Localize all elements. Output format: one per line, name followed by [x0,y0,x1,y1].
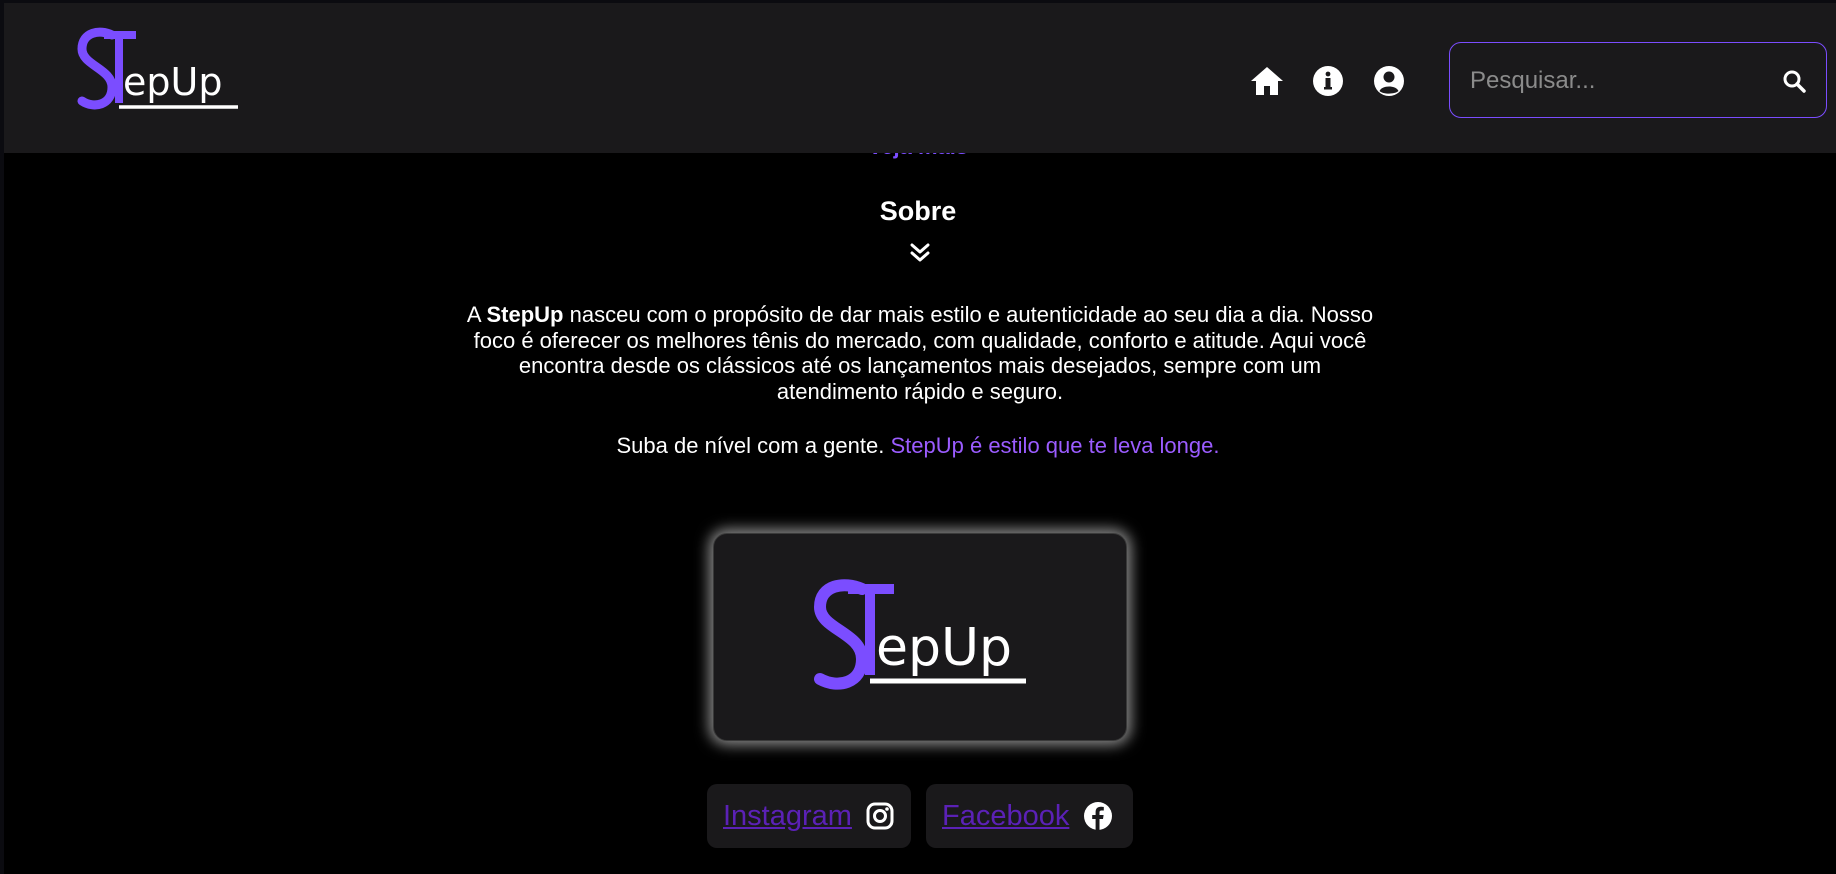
facebook-icon[interactable] [1083,801,1113,831]
facebook-link[interactable]: Facebook [942,800,1069,833]
search-icon[interactable] [1782,69,1806,93]
search-button[interactable] [1780,67,1808,95]
logo-card-text: epUp [876,618,1012,678]
search-input[interactable] [1470,65,1770,97]
instagram-card[interactable]: Instagram [707,784,911,848]
user-icon[interactable] [1373,65,1405,97]
about-paragraph: A StepUp nasceu com o propósito de dar m… [460,302,1380,404]
instagram-link[interactable]: Instagram [723,800,852,833]
about-brand: StepUp [486,302,564,327]
home-button[interactable] [1249,63,1285,99]
instagram-icon[interactable] [866,802,894,830]
site-header: epUp [4,3,1836,153]
facebook-card[interactable]: Facebook [926,784,1133,848]
header-logo-text: epUp [123,60,222,104]
sobre-title: Sobre [879,196,957,226]
double-chevron-down-icon [910,243,930,262]
stepup-logo[interactable]: epUp [76,27,246,117]
search-box[interactable] [1449,42,1827,118]
home-icon[interactable] [1249,65,1285,97]
header-logo[interactable]: epUp [76,27,246,122]
about-body: nasceu com o propósito de dar mais estil… [473,302,1374,404]
info-button[interactable] [1310,63,1346,99]
tagline-plain: Suba de nível com a gente. [616,433,885,458]
tagline: Suba de nível com a gente. StepUp é esti… [0,433,1836,459]
info-icon[interactable] [1312,65,1344,97]
user-button[interactable] [1371,63,1407,99]
stepup-logo-large: epUp [813,579,1026,690]
about-prefix: A [466,302,481,327]
tagline-accent: StepUp é estilo que te leva longe. [890,433,1220,458]
logo-card: epUp [713,533,1127,741]
